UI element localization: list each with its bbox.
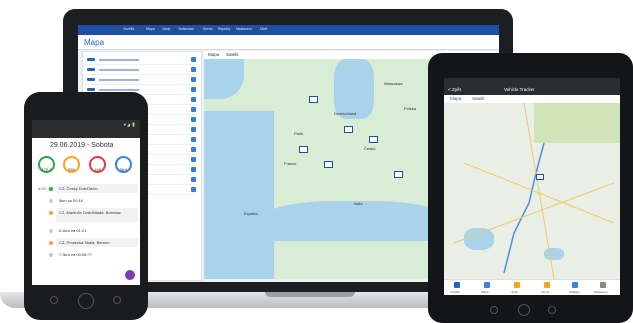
menu-item[interactable]: Servis <box>203 27 213 31</box>
status-bar: ▼◢ 🔋 <box>32 120 140 129</box>
tab-satellite[interactable]: Satelit <box>472 96 485 101</box>
top-menu-bar: Vozidla Mapa Jízdy Tankování Servis Repo… <box>78 25 499 35</box>
vehicle-marker[interactable] <box>369 136 378 143</box>
vehicle-icon <box>191 107 196 112</box>
vehicle-marker[interactable] <box>309 96 318 103</box>
vehicle-icon <box>191 67 196 72</box>
trips-icon <box>514 282 520 288</box>
list-item[interactable]: CZ, Prosecká Skála, Beroun <box>38 238 138 248</box>
add-button[interactable] <box>125 270 135 280</box>
list-item[interactable] <box>85 76 197 85</box>
nav-item[interactable]: Náklady <box>569 290 580 294</box>
vehicle-icon <box>191 97 196 102</box>
vehicles-icon <box>454 282 460 288</box>
phone-header <box>32 129 140 138</box>
list-item[interactable]: 4:03 CZ, Český Dub/Děčín <box>38 184 138 194</box>
nav-item[interactable]: Mapa <box>481 290 489 294</box>
map-label: Deutschland <box>334 111 357 116</box>
back-button[interactable] <box>490 306 498 314</box>
vehicle-marker[interactable] <box>344 126 353 133</box>
list-item[interactable]: 5km za 00:16 <box>38 196 138 206</box>
status-bar <box>444 78 620 85</box>
map-label: Warszawa <box>384 81 403 86</box>
list-item[interactable] <box>85 56 197 65</box>
recent-apps-button[interactable] <box>548 306 556 314</box>
map-type-tabs: Mapa Satelit <box>444 95 620 103</box>
map-label: España <box>244 211 258 216</box>
vehicle-marker[interactable] <box>299 146 308 153</box>
app-header <box>78 35 499 50</box>
nav-item[interactable]: Servis <box>541 290 549 294</box>
home-button[interactable] <box>78 293 94 309</box>
gauge: 556 <box>63 156 80 173</box>
vehicle-icon <box>191 87 196 92</box>
costs-icon <box>572 282 578 288</box>
vehicle-icon <box>191 57 196 62</box>
tablet-screen: < Zpět Vehicle Tracker Mapa Satelit Vozi… <box>444 78 620 295</box>
vehicle-icon <box>191 187 196 192</box>
nav-item[interactable]: Vozidla <box>450 290 460 294</box>
menu-item[interactable]: Účet <box>260 27 267 31</box>
vehicle-icon <box>191 157 196 162</box>
vehicle-marker[interactable] <box>394 171 403 178</box>
vehicle-marker[interactable] <box>536 174 544 180</box>
map-label: Česko <box>364 146 376 151</box>
route-line <box>453 103 615 279</box>
menu-item[interactable]: Vozidla <box>123 27 134 31</box>
menu-item[interactable]: Reporty <box>218 27 230 31</box>
page-title: 29.06.2019 - Sobota <box>50 142 114 149</box>
nav-item[interactable]: Nastavení <box>594 290 608 294</box>
settings-icon <box>600 282 606 288</box>
map-label: Paris <box>294 131 304 136</box>
service-icon <box>544 282 550 288</box>
vehicle-icon <box>191 147 196 152</box>
list-item[interactable]: 6.4km za 01:21 <box>38 226 138 236</box>
back-button[interactable] <box>50 296 58 304</box>
nav-item[interactable]: Jízdy <box>511 290 518 294</box>
back-button[interactable]: < Zpět <box>448 87 461 92</box>
recent-apps-button[interactable] <box>113 296 121 304</box>
laptop-notch <box>265 292 355 297</box>
bottom-nav: Vozidla Mapa Jízdy Servis Náklady Nastav… <box>444 279 620 295</box>
map-label: France <box>284 161 297 166</box>
tab-satellite[interactable]: Satelit <box>226 52 239 57</box>
menu-item[interactable]: Tankování <box>178 27 194 31</box>
vehicle-icon <box>191 177 196 182</box>
vehicle-icon <box>191 137 196 142</box>
gauge: 172.2 <box>38 156 55 173</box>
map-label: Polska <box>404 106 417 111</box>
map-icon <box>484 282 490 288</box>
tab-map[interactable]: Mapa <box>208 52 219 57</box>
vehicle-icon <box>191 167 196 172</box>
list-item[interactable] <box>85 66 197 75</box>
gauge: 196 <box>89 156 106 173</box>
tab-map[interactable]: Mapa <box>450 96 461 101</box>
phone-screen: ▼◢ 🔋 29.06.2019 - Sobota 172.2 556 196 9… <box>32 120 140 285</box>
vehicle-icon <box>191 117 196 122</box>
page-title: Mapa <box>84 38 105 47</box>
vehicle-icon <box>191 77 196 82</box>
vehicle-marker[interactable] <box>324 161 333 168</box>
list-item[interactable]: 7.3km za 00:08:?? <box>38 250 138 260</box>
home-button[interactable] <box>518 304 530 316</box>
page-title: Vehicle Tracker <box>504 87 535 92</box>
menu-item[interactable]: Jízdy <box>162 27 170 31</box>
menu-item[interactable]: Nastavení <box>236 27 252 31</box>
vehicle-icon <box>191 127 196 132</box>
gauge: 96.6 <box>115 156 132 173</box>
menu-item[interactable]: Mapa <box>146 27 155 31</box>
list-item[interactable]: CZ, Martinův Dvůr/Mladá, Boleslav <box>38 208 138 224</box>
map-label: Italia <box>354 201 363 206</box>
